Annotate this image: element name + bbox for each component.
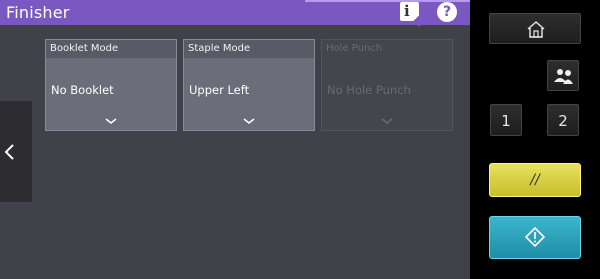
home-button[interactable] (489, 13, 581, 44)
chevron-left-icon (4, 144, 14, 160)
back-button[interactable] (0, 101, 32, 202)
booklet-mode-value: No Booklet (51, 83, 114, 97)
staple-mode-label: Staple Mode (184, 40, 314, 58)
home-icon (527, 21, 545, 38)
clear-symbol: // (530, 172, 540, 188)
user-switch-button[interactable] (547, 60, 579, 91)
key-2[interactable]: 2 (547, 104, 579, 136)
key-1-label: 1 (501, 112, 511, 130)
chevron-down-icon (243, 118, 255, 125)
title-bar: Finisher i ? (0, 0, 470, 27)
booklet-mode-card[interactable]: Booklet Mode No Booklet (45, 39, 177, 131)
help-icon[interactable]: ? (437, 2, 457, 22)
staple-mode-card[interactable]: Staple Mode Upper Left (183, 39, 315, 131)
hole-punch-label: Hole Punch (322, 40, 452, 58)
hole-punch-value: No Hole Punch (327, 83, 411, 97)
key-2-label: 2 (558, 112, 568, 130)
users-icon (554, 69, 573, 84)
chevron-down-icon (105, 118, 117, 125)
diamond-start-icon (525, 227, 545, 247)
info-icon[interactable]: i (400, 2, 425, 27)
finisher-panel: Finisher i ? Booklet Mode No Booklet Sta… (0, 0, 470, 279)
key-1[interactable]: 1 (490, 104, 522, 136)
staple-mode-value: Upper Left (189, 83, 250, 97)
hole-punch-card: Hole Punch No Hole Punch (321, 39, 453, 131)
chevron-down-icon (381, 118, 393, 125)
page-title: Finisher (6, 3, 70, 22)
clear-button[interactable]: // (489, 163, 581, 197)
start-button[interactable] (489, 216, 581, 259)
booklet-mode-label: Booklet Mode (46, 40, 176, 58)
